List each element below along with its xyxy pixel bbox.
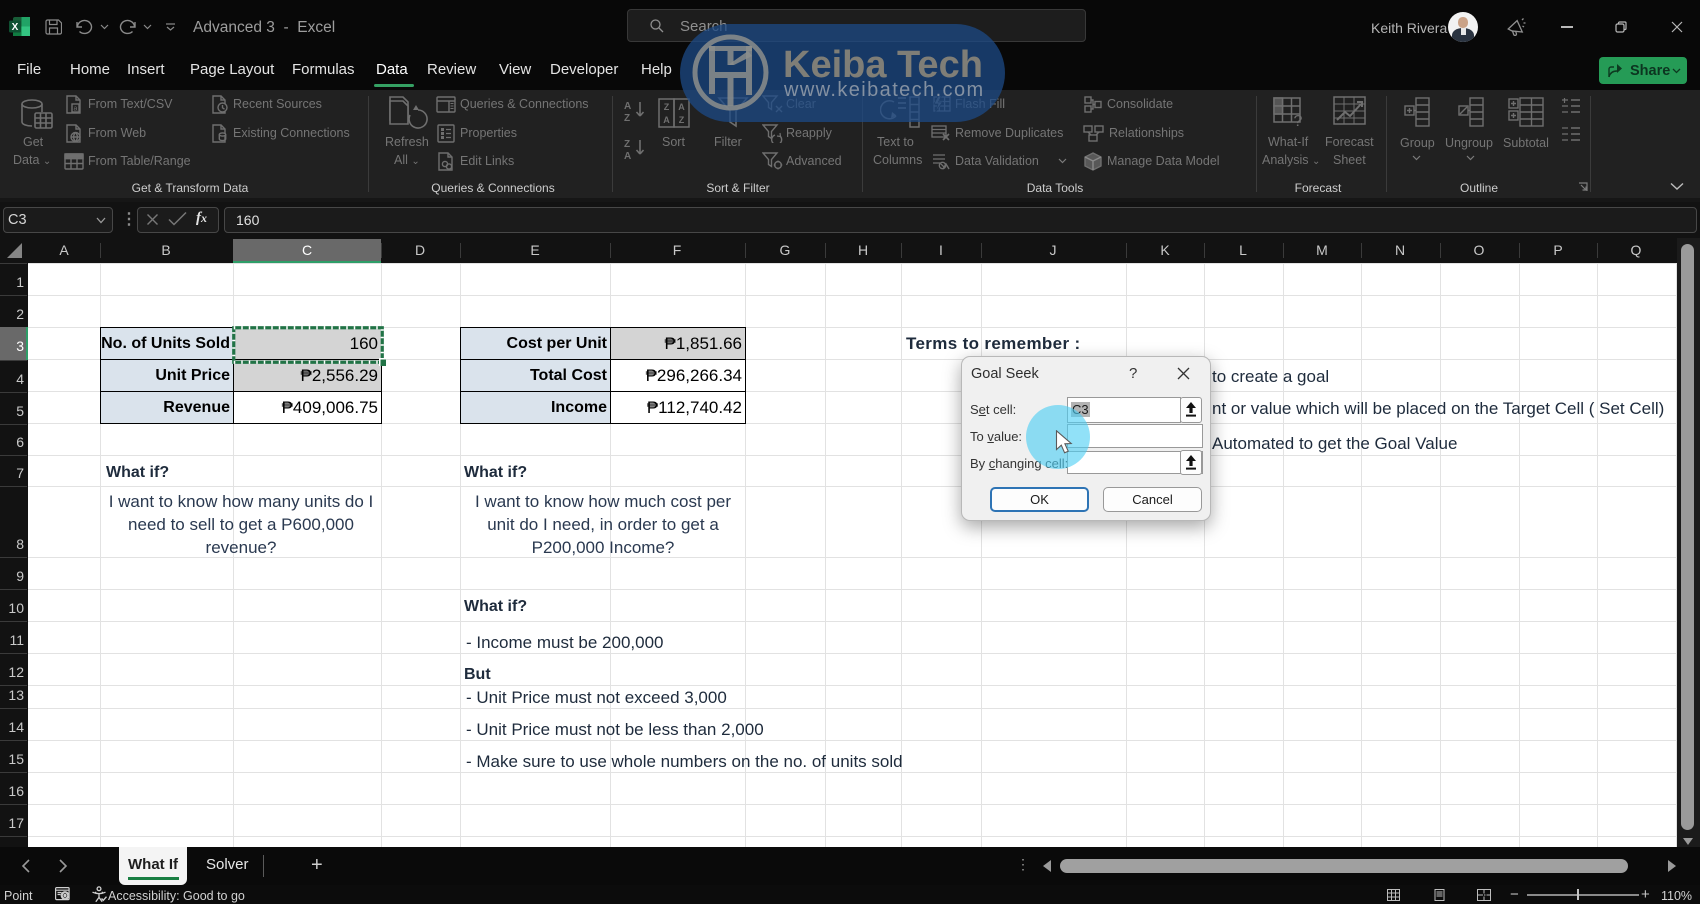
svg-text:X: X — [12, 22, 19, 33]
svg-text:Z: Z — [664, 102, 670, 112]
svg-text:Z: Z — [624, 139, 630, 150]
svg-text:A: A — [678, 102, 685, 112]
svg-text:A: A — [624, 151, 631, 160]
svg-text:Z: Z — [624, 113, 630, 122]
svg-text:?: ? — [1294, 113, 1303, 129]
svg-text:A: A — [663, 115, 670, 125]
svg-text:a: a — [74, 106, 78, 113]
svg-text:A: A — [624, 101, 631, 112]
svg-text:Z: Z — [679, 115, 685, 125]
